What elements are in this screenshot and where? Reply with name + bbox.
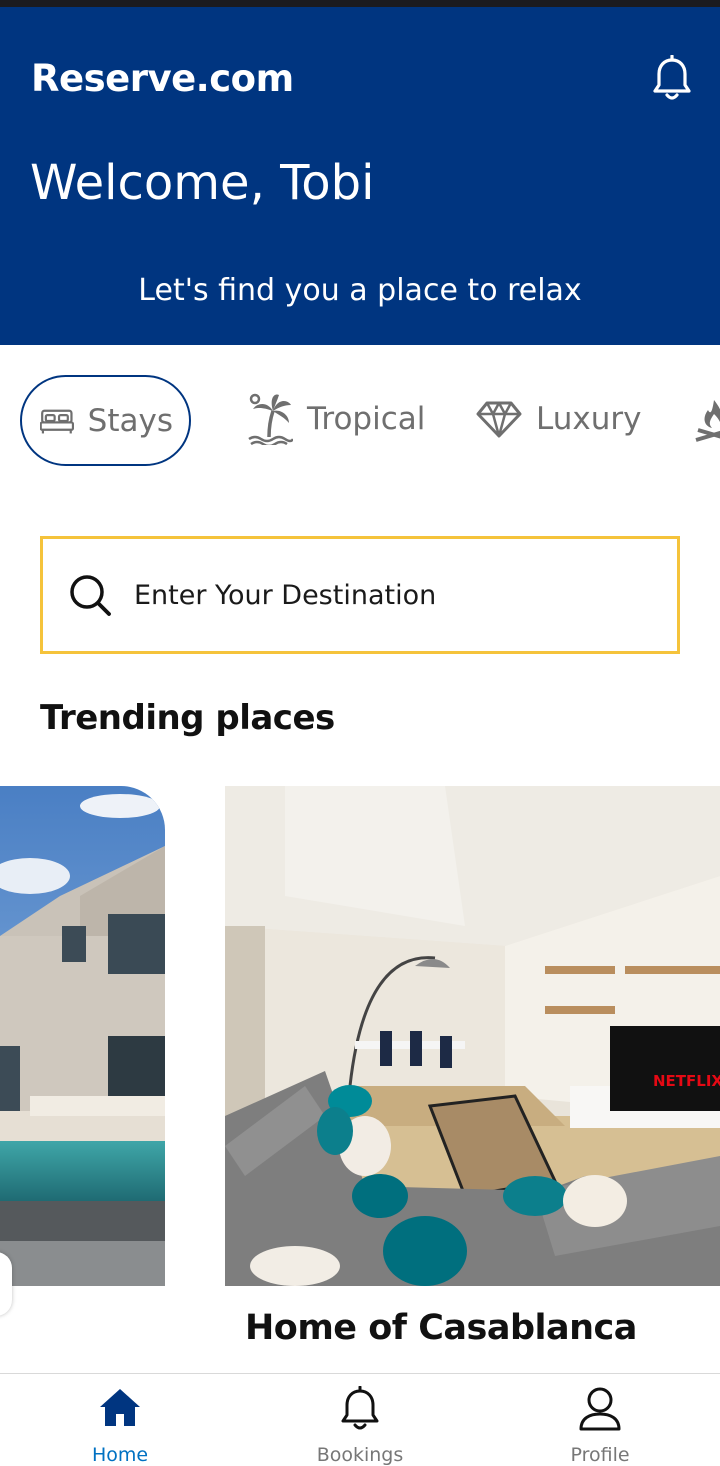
place-card-image[interactable]: NETFLIX (225, 786, 720, 1286)
svg-text:NETFLIX: NETFLIX (653, 1072, 720, 1090)
chip-label: Tropical (307, 401, 426, 437)
chip-more[interactable] (694, 375, 720, 463)
status-bar (0, 0, 720, 7)
user-icon (579, 1387, 621, 1431)
nav-label: Profile (570, 1444, 630, 1466)
diamond-icon (476, 401, 522, 438)
place-card-image[interactable] (0, 786, 165, 1286)
bell-icon[interactable] (650, 55, 694, 103)
tagline: Let's find you a place to relax (138, 273, 582, 308)
brand-logo: Reserve.com (31, 57, 294, 100)
header: Reserve.com Welcome, Tobi Let's find you… (0, 7, 720, 345)
campfire-icon (695, 400, 720, 442)
bed-icon (40, 409, 74, 433)
chip-tropical[interactable]: Tropical (247, 375, 425, 463)
living-room-photo: NETFLIX (225, 786, 720, 1286)
chip-stays[interactable]: Stays (20, 375, 191, 466)
home-icon (100, 1389, 140, 1426)
chip-label: Luxury (536, 401, 642, 437)
villa-photo (0, 786, 165, 1286)
nav-home[interactable]: Home (0, 1374, 240, 1466)
section-title: Trending places (40, 698, 335, 738)
chip-luxury[interactable]: Luxury (476, 375, 641, 463)
place-card-title[interactable]: Home of Casablanca (245, 1308, 637, 1348)
nav-profile[interactable]: Profile (480, 1374, 720, 1466)
nav-bookings[interactable]: Bookings (240, 1374, 480, 1466)
palm-tree-icon (248, 393, 293, 445)
search-icon (70, 575, 111, 616)
category-chips: Stays Tropical Luxury (0, 375, 720, 467)
bell-icon (341, 1386, 379, 1430)
search-placeholder: Enter Your Destination (134, 579, 437, 611)
card-overlay-button[interactable] (0, 1252, 12, 1316)
nav-label: Home (91, 1444, 149, 1466)
chip-label: Stays (87, 402, 173, 439)
search-input[interactable]: Enter Your Destination (40, 536, 680, 654)
welcome-heading: Welcome, Tobi (30, 155, 375, 211)
nav-label: Bookings (316, 1444, 404, 1466)
bottom-nav: Home Bookings Profile (0, 1373, 720, 1466)
